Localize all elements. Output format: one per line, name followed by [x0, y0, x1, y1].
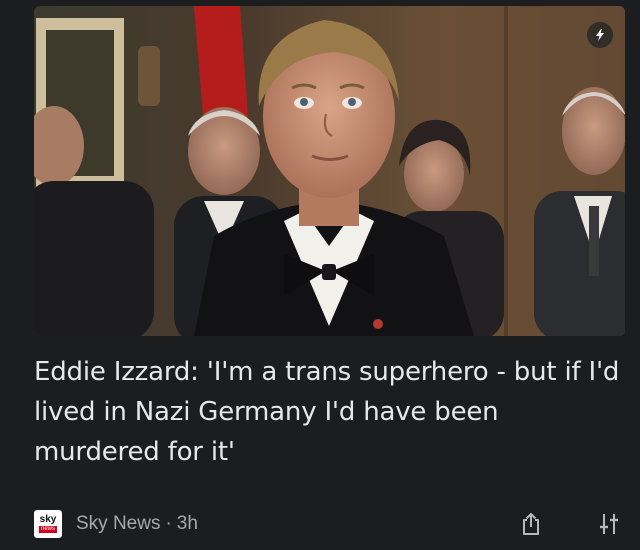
logo-text-news: news	[38, 526, 57, 533]
article-headline[interactable]: Eddie Izzard: 'I'm a trans superhero - b…	[34, 352, 624, 472]
lightning-bolt-icon	[596, 29, 604, 41]
logo-text-sky: sky	[39, 514, 57, 525]
article-image[interactable]	[34, 6, 625, 336]
share-button[interactable]	[516, 509, 546, 539]
meta-separator: ·	[165, 513, 172, 534]
sliders-icon	[600, 514, 618, 534]
news-card[interactable]: Eddie Izzard: 'I'm a trans superhero - b…	[0, 0, 640, 550]
share-icon	[523, 513, 539, 535]
source-name[interactable]: Sky News	[76, 513, 160, 534]
publish-time: 3h	[176, 513, 198, 534]
article-footer: sky news Sky News · 3h	[34, 508, 624, 540]
article-photo	[34, 6, 625, 336]
sky-news-logo: sky news	[34, 510, 62, 538]
source-meta: Sky News · 3h	[76, 513, 198, 535]
options-button[interactable]	[594, 509, 624, 539]
lightning-bolt-badge	[587, 22, 613, 48]
